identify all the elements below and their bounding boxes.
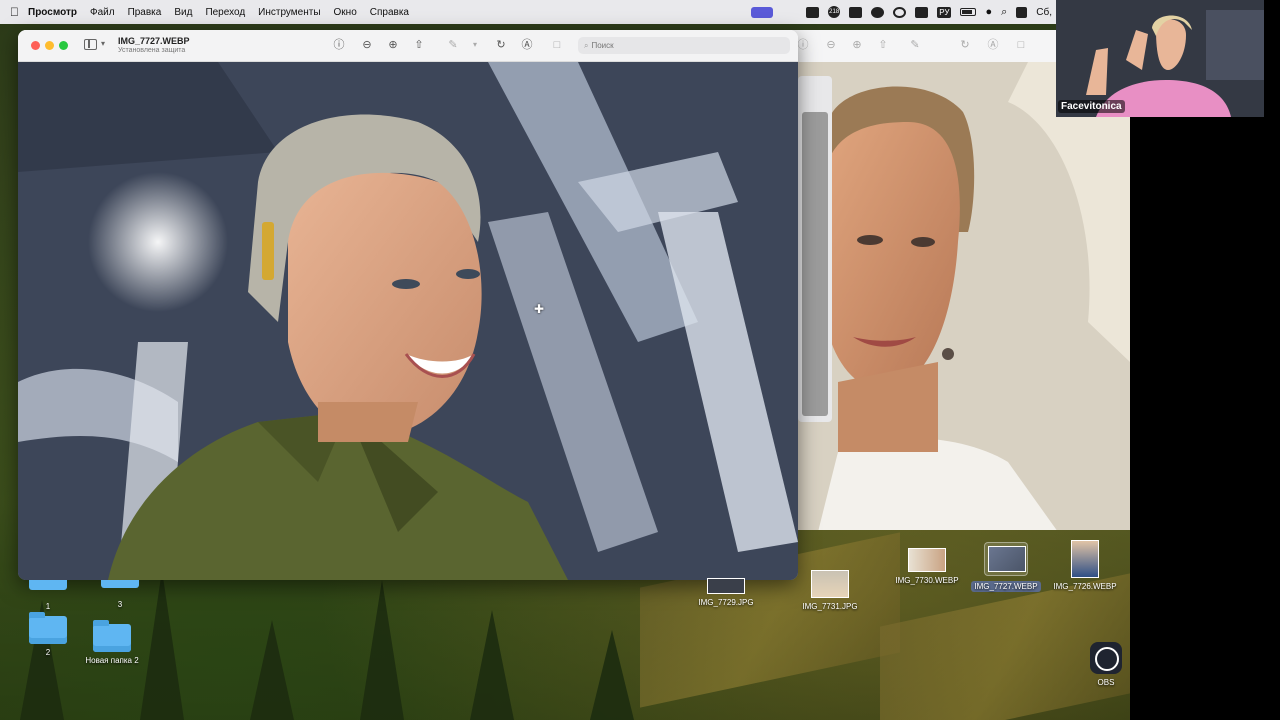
folder-icon xyxy=(93,620,131,652)
share-icon[interactable]: ⇧ xyxy=(412,38,426,52)
menu-edit[interactable]: Правка xyxy=(128,7,162,18)
crosshair-cursor-icon: ✚ xyxy=(534,302,545,316)
markup-menu-chevron-icon[interactable]: ▾ xyxy=(468,38,482,52)
image-thumbnail-icon xyxy=(1071,540,1099,578)
record-icon[interactable] xyxy=(849,6,863,18)
image-thumbnail-icon xyxy=(988,546,1026,572)
file-label: IMG_7727.WEBP xyxy=(971,581,1041,592)
notification-badge-icon[interactable]: 218 xyxy=(828,6,841,18)
menu-app-name[interactable]: Просмотр xyxy=(28,7,77,18)
battery-icon[interactable] xyxy=(960,8,977,16)
selection-highlight xyxy=(984,542,1028,576)
file-label: IMG_7731.JPG xyxy=(802,602,858,611)
markup-icon[interactable]: ✎ xyxy=(908,38,922,52)
wallpaper-tree xyxy=(590,630,634,720)
folder-item[interactable]: 2 xyxy=(28,612,68,657)
menu-go[interactable]: Переход xyxy=(205,7,245,18)
input-language[interactable]: РУ xyxy=(937,6,952,18)
fullscreen-button[interactable] xyxy=(59,41,68,50)
wifi-icon[interactable]: ● xyxy=(985,6,992,18)
image-thumbnail-icon xyxy=(908,548,946,572)
status-area: 218 РУ ● ⌕ Сб, xyxy=(751,0,1052,24)
app-item[interactable]: OBS xyxy=(1086,642,1126,687)
file-label: IMG_7726.WEBP xyxy=(1053,582,1117,591)
app-label: OBS xyxy=(1097,678,1115,687)
file-label: IMG_7729.JPG xyxy=(698,598,754,607)
folder-icon xyxy=(29,580,67,590)
file-item-selected[interactable]: IMG_7727.WEBP xyxy=(970,542,1042,594)
menu-window[interactable]: Окно xyxy=(334,7,357,18)
search-icon: ⌕ xyxy=(584,40,589,50)
folder-label: Новая папка 2 xyxy=(85,656,139,665)
shield-icon[interactable] xyxy=(871,6,885,18)
info-icon[interactable]: ⓘ xyxy=(796,38,810,52)
pdf-icon[interactable] xyxy=(915,6,929,18)
edit-icon[interactable]: □ xyxy=(1014,38,1028,52)
webcam-overlay: Facevitonica xyxy=(1056,0,1264,117)
folder-label: 1 xyxy=(45,602,51,611)
control-center-icon[interactable] xyxy=(1016,6,1028,18)
markup-icon[interactable]: ✎ xyxy=(446,38,460,52)
search-icon[interactable]: ⌕ xyxy=(1001,6,1007,19)
chevron-down-icon[interactable]: ▾ xyxy=(101,39,105,48)
zoom-out-icon[interactable]: ⊖ xyxy=(824,38,838,52)
share-icon[interactable]: ⇧ xyxy=(876,38,890,52)
sidebar-panel[interactable] xyxy=(798,76,832,422)
folder-icon xyxy=(101,580,139,588)
folder-icon xyxy=(29,612,67,644)
search-input[interactable] xyxy=(591,41,772,50)
file-item[interactable]: IMG_7731.JPG xyxy=(798,570,862,611)
window-title[interactable]: IMG_7727.WEBP xyxy=(118,36,190,46)
image-thumbnail-icon xyxy=(707,578,745,594)
zoom-in-icon[interactable]: ⊕ xyxy=(386,38,400,52)
edit-icon[interactable]: □ xyxy=(550,38,564,52)
screen-share-icon[interactable] xyxy=(751,6,774,18)
portrait-image xyxy=(798,62,1130,530)
minimize-button[interactable] xyxy=(45,41,54,50)
apple-menu-icon[interactable]:  xyxy=(10,5,19,19)
annotate-icon[interactable]: Ⓐ xyxy=(520,38,534,52)
file-item[interactable]: IMG_7729.JPG xyxy=(694,578,758,607)
preview-window[interactable]: ▾ IMG_7727.WEBP Установлена защита ⓘ ⊖ ⊕… xyxy=(18,30,798,580)
moon-icon[interactable] xyxy=(893,6,907,18)
file-item[interactable]: IMG_7730.WEBP xyxy=(892,548,962,585)
portrait-photo-front xyxy=(18,62,798,580)
wallpaper-tree xyxy=(250,620,294,720)
zoom-out-icon[interactable]: ⊖ xyxy=(360,38,374,52)
window-subtitle: Установлена защита xyxy=(118,47,186,54)
file-label: IMG_7730.WEBP xyxy=(895,576,959,585)
menu-clock[interactable]: Сб, xyxy=(1036,7,1052,18)
menu-file[interactable]: Файл xyxy=(90,7,115,18)
menu-view[interactable]: Вид xyxy=(174,7,192,18)
window-titlebar[interactable]: ▾ IMG_7727.WEBP Установлена защита ⓘ ⊖ ⊕… xyxy=(18,30,798,62)
menu-tools[interactable]: Инструменты xyxy=(258,7,320,18)
portrait-photo-back xyxy=(798,62,1130,530)
wallpaper-tree xyxy=(360,580,404,720)
folder-item[interactable]: 1 xyxy=(28,580,68,611)
menu-bar:  Просмотр Файл Правка Вид Переход Инстр… xyxy=(0,0,1056,24)
folder-item[interactable]: Новая папка 2 xyxy=(76,620,148,665)
wallpaper-tree xyxy=(470,610,514,720)
folder-label: 2 xyxy=(45,648,51,657)
portrait-image xyxy=(18,62,798,580)
zoom-in-icon[interactable]: ⊕ xyxy=(850,38,864,52)
info-icon[interactable]: ⓘ xyxy=(332,38,346,52)
image-thumbnail-icon xyxy=(811,570,849,598)
webcam-name: Facevitonica xyxy=(1058,100,1125,113)
file-item[interactable]: IMG_7726.WEBP xyxy=(1050,540,1120,591)
obs-icon xyxy=(1090,642,1122,674)
translate-icon[interactable] xyxy=(806,6,820,18)
menu-help[interactable]: Справка xyxy=(370,7,409,18)
search-field[interactable]: ⌕ xyxy=(578,37,790,54)
folder-item[interactable]: 3 xyxy=(100,580,140,609)
rotate-icon[interactable]: ↻ xyxy=(494,38,508,52)
annotate-icon[interactable]: Ⓐ xyxy=(986,38,1000,52)
rotate-icon[interactable]: ↻ xyxy=(958,38,972,52)
sidebar-toggle-icon[interactable] xyxy=(84,39,97,50)
close-button[interactable] xyxy=(31,41,40,50)
folder-label: 3 xyxy=(117,600,123,609)
